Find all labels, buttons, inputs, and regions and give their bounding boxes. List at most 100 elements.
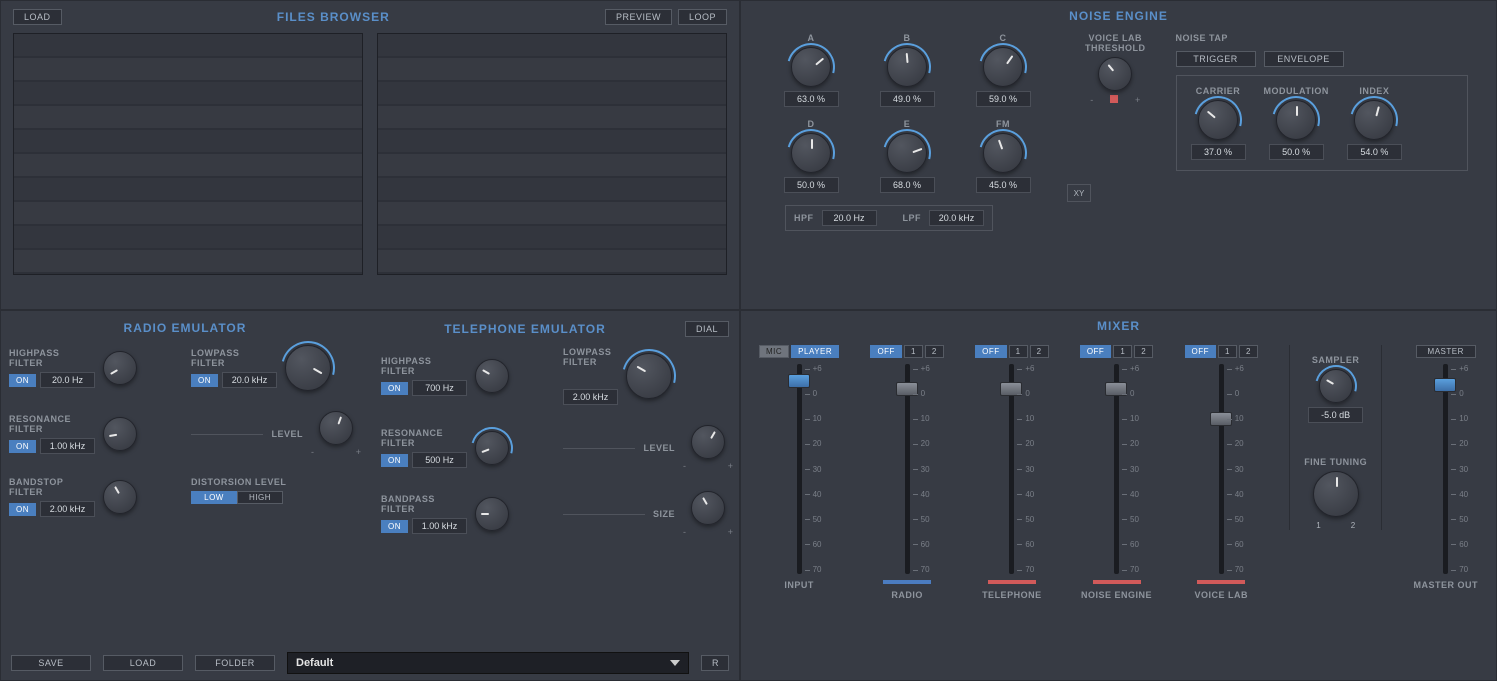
knob-c-label: C: [1000, 33, 1007, 43]
preset-folder-button[interactable]: FOLDER: [195, 655, 275, 671]
voicelab-1-button[interactable]: 1: [1218, 345, 1237, 358]
sampler-value: -5.0 dB: [1308, 407, 1363, 423]
tel-highpass-label: HIGHPASSFILTER: [381, 356, 467, 376]
radio-bandstop-value[interactable]: 2.00 kHz: [40, 501, 95, 517]
tel-level-label: LEVEL: [643, 443, 675, 453]
knob-d[interactable]: [791, 133, 831, 173]
tel-bandpass-value[interactable]: 1.00 kHz: [412, 518, 467, 534]
tel-resonance-value[interactable]: 500 Hz: [412, 452, 467, 468]
channel-radio: OFF 1 2 +6010203040506070 RADIO: [870, 345, 943, 600]
preset-load-button[interactable]: LOAD: [103, 655, 183, 671]
knob-a-value: 63.0 %: [784, 91, 839, 107]
radio-bandstop-on[interactable]: ON: [9, 503, 36, 516]
trigger-button[interactable]: TRIGGER: [1176, 51, 1256, 67]
master-fader[interactable]: [1443, 364, 1448, 574]
tel-size-label: SIZE: [653, 509, 675, 519]
telephone-fader[interactable]: [1009, 364, 1014, 574]
noise-engine-panel: NOISE ENGINE A63.0 % B49.0 % C59.0 % D50…: [740, 0, 1497, 310]
mic-button[interactable]: MIC: [759, 345, 789, 358]
knob-a[interactable]: [791, 47, 831, 87]
carrier-knob[interactable]: [1198, 100, 1238, 140]
noise-1-button[interactable]: 1: [1113, 345, 1132, 358]
distortion-low-button[interactable]: LOW: [191, 491, 237, 504]
telephone-off-button[interactable]: OFF: [975, 345, 1007, 358]
envelope-button[interactable]: ENVELOPE: [1264, 51, 1344, 67]
channel-input: MIC PLAYER +6010203040506070 INPUT: [759, 345, 839, 590]
tel-lowpass-knob[interactable]: [626, 353, 672, 399]
tel-bandpass-on[interactable]: ON: [381, 520, 408, 533]
radio-fader[interactable]: [905, 364, 910, 574]
tel-highpass-value[interactable]: 700 Hz: [412, 380, 467, 396]
file-list-left[interactable]: [13, 33, 363, 275]
tel-resonance-knob[interactable]: [475, 431, 509, 465]
tel-bandpass-knob[interactable]: [475, 497, 509, 531]
voice-lab-threshold-knob[interactable]: [1098, 57, 1132, 91]
sampler-knob[interactable]: [1319, 369, 1353, 403]
voicelab-2-button[interactable]: 2: [1239, 345, 1258, 358]
preset-save-button[interactable]: SAVE: [11, 655, 91, 671]
loop-button[interactable]: LOOP: [678, 9, 727, 25]
voicelab-fader[interactable]: [1219, 364, 1224, 574]
radio-resonance-knob[interactable]: [103, 417, 137, 451]
noise-led: [1093, 580, 1141, 584]
noise-fader[interactable]: [1114, 364, 1119, 574]
radio-highpass-knob[interactable]: [103, 351, 137, 385]
knob-c[interactable]: [983, 47, 1023, 87]
tel-highpass-on[interactable]: ON: [381, 382, 408, 395]
fine-2: 2: [1351, 521, 1355, 530]
preset-bar: SAVE LOAD FOLDER Default R: [11, 652, 729, 674]
carrier-label: CARRIER: [1196, 86, 1241, 96]
radio-lowpass-on[interactable]: ON: [191, 374, 218, 387]
lpf-value[interactable]: 20.0 kHz: [929, 210, 984, 226]
input-fader[interactable]: [797, 364, 802, 574]
tel-highpass-knob[interactable]: [475, 359, 509, 393]
radio-highpass-on[interactable]: ON: [9, 374, 36, 387]
radio-emulator: RADIO EMULATOR HIGHPASSFILTER ON 20.0 Hz: [9, 317, 361, 537]
radio-highpass-value[interactable]: 20.0 Hz: [40, 372, 95, 388]
player-button[interactable]: PLAYER: [791, 345, 839, 358]
file-list-right[interactable]: [377, 33, 727, 275]
knob-e[interactable]: [887, 133, 927, 173]
knob-fm[interactable]: [983, 133, 1023, 173]
noise-off-button[interactable]: OFF: [1080, 345, 1112, 358]
preview-button[interactable]: PREVIEW: [605, 9, 672, 25]
master-button[interactable]: MASTER: [1416, 345, 1476, 358]
emulator-panel: RADIO EMULATOR HIGHPASSFILTER ON 20.0 Hz: [0, 310, 740, 681]
radio-lowpass-knob[interactable]: [285, 345, 331, 391]
knob-b-label: B: [904, 33, 911, 43]
fine-tuning-label: FINE TUNING: [1304, 457, 1367, 467]
xy-button[interactable]: XY: [1067, 184, 1091, 202]
radio-bandstop-knob[interactable]: [103, 480, 137, 514]
fine-tuning-knob[interactable]: [1313, 471, 1359, 517]
radio-1-button[interactable]: 1: [904, 345, 923, 358]
telephone-title: TELEPHONE EMULATOR: [385, 322, 665, 336]
tel-lowpass-value[interactable]: 2.00 kHz: [563, 389, 618, 405]
channel-telephone: OFF 1 2 +6010203040506070 TELEPHONE: [975, 345, 1048, 600]
radio-off-button[interactable]: OFF: [870, 345, 902, 358]
voicelab-off-button[interactable]: OFF: [1185, 345, 1217, 358]
distortion-high-button[interactable]: HIGH: [237, 491, 283, 504]
radio-2-button[interactable]: 2: [925, 345, 944, 358]
modulation-label: MODULATION: [1264, 86, 1329, 96]
telephone-2-button[interactable]: 2: [1030, 345, 1049, 358]
radio-lowpass-value[interactable]: 20.0 kHz: [222, 372, 277, 388]
noise-tap-label: NOISE TAP: [1176, 33, 1469, 43]
tel-resonance-on[interactable]: ON: [381, 454, 408, 467]
load-button[interactable]: LOAD: [13, 9, 62, 25]
index-knob[interactable]: [1354, 100, 1394, 140]
files-browser-panel: LOAD FILES BROWSER PREVIEW LOOP: [0, 0, 740, 310]
tel-size-knob[interactable]: [691, 491, 725, 525]
preset-r-button[interactable]: R: [701, 655, 729, 671]
preset-select[interactable]: Default: [287, 652, 689, 674]
radio-level-knob[interactable]: [319, 411, 353, 445]
modulation-knob[interactable]: [1276, 100, 1316, 140]
radio-resonance-value[interactable]: 1.00 kHz: [40, 438, 95, 454]
knob-b[interactable]: [887, 47, 927, 87]
knob-b-value: 49.0 %: [880, 91, 935, 107]
hpf-value[interactable]: 20.0 Hz: [822, 210, 877, 226]
radio-resonance-on[interactable]: ON: [9, 440, 36, 453]
tel-level-knob[interactable]: [691, 425, 725, 459]
telephone-1-button[interactable]: 1: [1009, 345, 1028, 358]
noise-2-button[interactable]: 2: [1134, 345, 1153, 358]
dial-button[interactable]: DIAL: [685, 321, 729, 337]
